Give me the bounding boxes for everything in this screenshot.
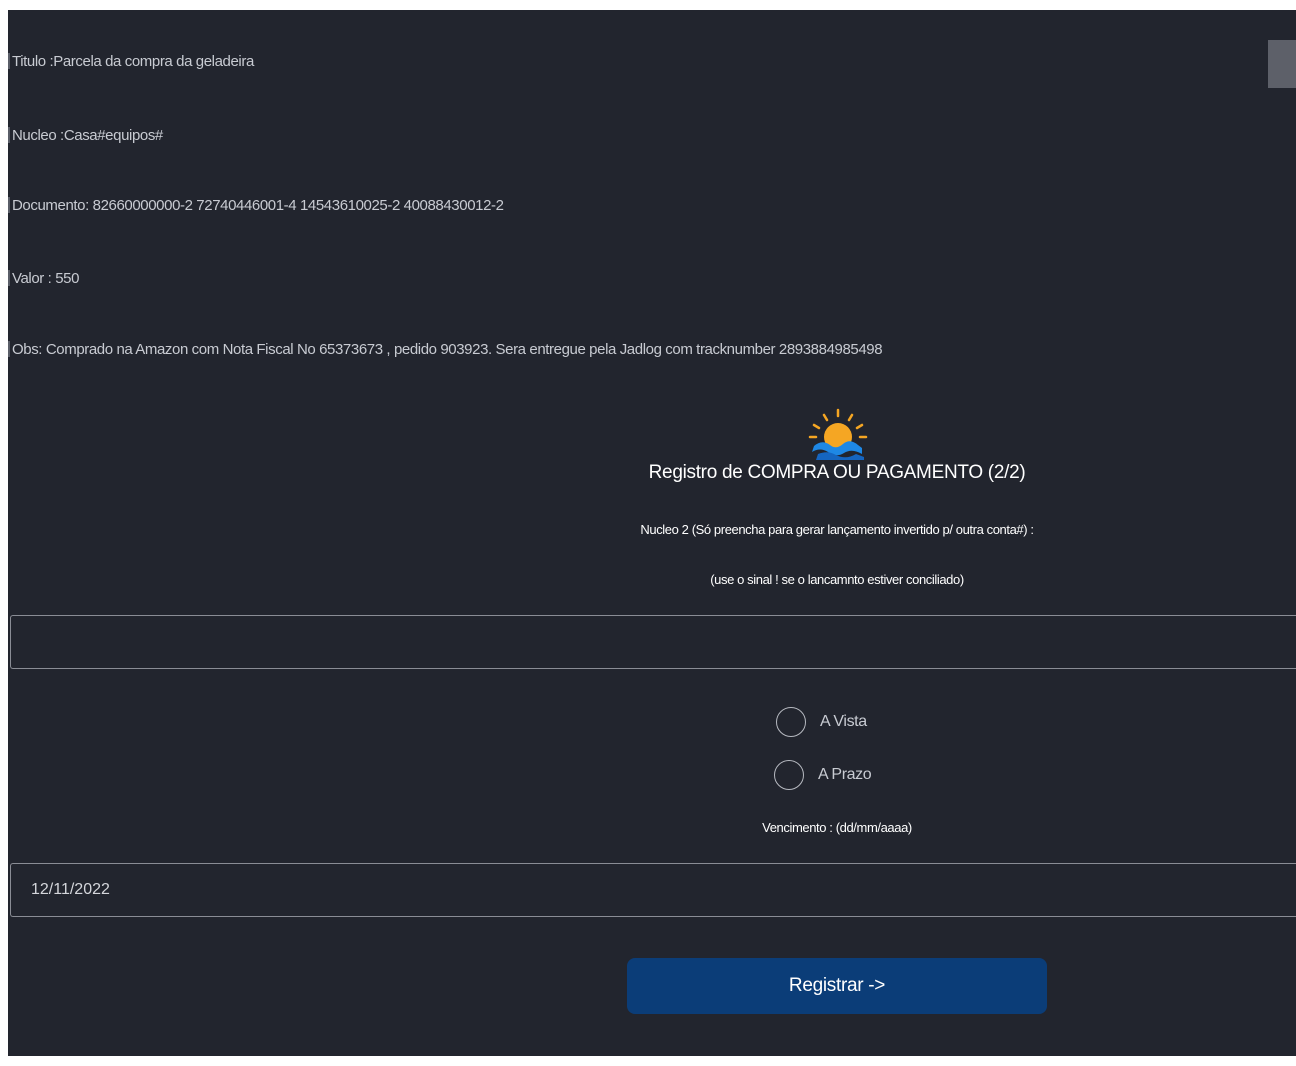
- nucleo-line: Nucleo :Casa#equipos#: [8, 126, 163, 146]
- titulo-text: Titulo :Parcela da compra da geladeira: [12, 53, 254, 70]
- line-marker: [8, 270, 10, 287]
- registrar-button[interactable]: Registrar ->: [627, 958, 1047, 1014]
- line-marker: [8, 53, 10, 70]
- radio-circle-a-vista[interactable]: [776, 707, 806, 737]
- obs-line: Obs: Comprado na Amazon com Nota Fiscal …: [8, 340, 883, 360]
- radio-label-a-prazo: A Prazo: [818, 766, 872, 783]
- obs-text: Obs: Comprado na Amazon com Nota Fiscal …: [12, 341, 883, 358]
- line-marker: [8, 341, 10, 358]
- titulo-line: Titulo :Parcela da compra da geladeira: [8, 52, 254, 72]
- radio-circle-a-prazo[interactable]: [774, 760, 804, 790]
- nucleo-text: Nucleo :Casa#equipos#: [12, 127, 163, 144]
- radio-a-vista[interactable]: A Vista: [776, 705, 867, 739]
- nucleo2-input[interactable]: [10, 615, 1296, 669]
- registration-page: Titulo :Parcela da compra da geladeira N…: [8, 10, 1296, 1056]
- line-marker: [8, 127, 10, 144]
- documento-text: Documento: 82660000000-2 72740446001-4 1…: [12, 197, 504, 214]
- nucleo2-hint: (use o sinal ! se o lancamnto estiver co…: [710, 572, 964, 587]
- valor-line: Valor : 550: [8, 269, 79, 289]
- vencimento-input[interactable]: [10, 863, 1296, 917]
- valor-text: Valor : 550: [12, 270, 80, 287]
- radio-a-prazo[interactable]: A Prazo: [774, 758, 872, 792]
- nucleo2-label: Nucleo 2 (Só preencha para gerar lançame…: [640, 522, 1034, 537]
- form-title: Registro de COMPRA OU PAGAMENTO (2/2): [648, 462, 1026, 483]
- line-marker: [8, 197, 10, 214]
- vencimento-label: Vencimento : (dd/mm/aaaa): [762, 820, 912, 835]
- sun-over-waves-icon: [808, 408, 868, 460]
- documento-line: Documento: 82660000000-2 72740446001-4 1…: [8, 196, 504, 216]
- scrollbar-thumb[interactable]: [1268, 40, 1296, 88]
- radio-label-a-vista: A Vista: [820, 713, 867, 730]
